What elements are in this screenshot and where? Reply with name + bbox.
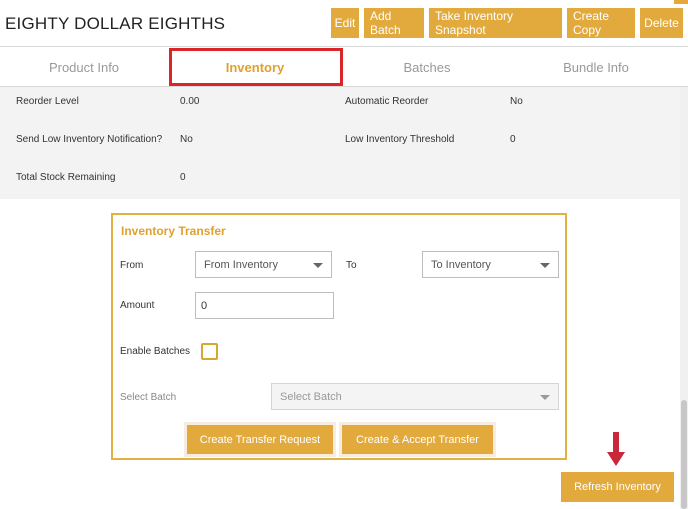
- select-batch-dropdown[interactable]: Select Batch: [271, 383, 559, 410]
- chevron-down-icon: [313, 263, 323, 268]
- refresh-inventory-button[interactable]: Refresh Inventory: [561, 472, 674, 502]
- header-actions: Edit Add Batch Take Inventory Snapshot C…: [331, 8, 683, 38]
- total-stock-value: 0: [180, 172, 186, 183]
- page-header: EIGHTY DOLLAR EIGHTHS Edit Add Batch Tak…: [0, 0, 688, 47]
- low-threshold-label: Low Inventory Threshold: [345, 134, 455, 145]
- scrollbar-thumb[interactable]: [681, 400, 687, 509]
- tab-batches[interactable]: Batches: [342, 47, 512, 87]
- from-select[interactable]: From Inventory: [195, 251, 332, 278]
- enable-batches-label: Enable Batches: [120, 346, 191, 357]
- edit-button[interactable]: Edit: [331, 8, 359, 38]
- inventory-transfer-panel: Inventory Transfer From From Inventory T…: [111, 213, 567, 460]
- from-select-value: From Inventory: [204, 258, 278, 271]
- low-threshold-value: 0: [510, 134, 516, 145]
- page-title: EIGHTY DOLLAR EIGHTHS: [5, 14, 226, 33]
- select-batch-placeholder: Select Batch: [280, 390, 342, 403]
- chevron-down-icon: [540, 395, 550, 400]
- tab-product-info[interactable]: Product Info: [0, 47, 168, 87]
- automatic-reorder-label: Automatic Reorder: [345, 96, 429, 107]
- create-transfer-request-button[interactable]: Create Transfer Request: [187, 425, 333, 454]
- add-batch-button[interactable]: Add Batch: [364, 8, 424, 38]
- create-copy-button[interactable]: Create Copy: [567, 8, 635, 38]
- arrow-down-icon: [607, 432, 625, 466]
- reorder-level-label: Reorder Level: [16, 96, 79, 107]
- low-notification-value: No: [180, 134, 193, 145]
- enable-batches-checkbox[interactable]: [201, 343, 218, 360]
- amount-input[interactable]: 0: [195, 292, 334, 319]
- chevron-down-icon: [540, 263, 550, 268]
- tab-inventory[interactable]: Inventory: [168, 47, 342, 87]
- amount-label: Amount: [120, 300, 155, 311]
- create-accept-transfer-button[interactable]: Create & Accept Transfer: [342, 425, 493, 454]
- reorder-level-value: 0.00: [180, 96, 200, 107]
- to-label: To: [346, 260, 357, 271]
- transfer-title: Inventory Transfer: [121, 224, 226, 238]
- tab-bar: Product Info Inventory Batches Bundle In…: [0, 47, 688, 87]
- to-select[interactable]: To Inventory: [422, 251, 559, 278]
- tab-bundle-info[interactable]: Bundle Info: [512, 47, 680, 87]
- inventory-info-panel: Reorder Level 0.00 Automatic Reorder No …: [0, 87, 680, 199]
- select-batch-label: Select Batch: [120, 392, 177, 403]
- delete-button[interactable]: Delete: [640, 8, 683, 38]
- total-stock-label: Total Stock Remaining: [16, 172, 116, 183]
- to-select-value: To Inventory: [431, 258, 491, 271]
- top-accent-strip: [674, 0, 688, 4]
- low-notification-label: Send Low Inventory Notification?: [16, 134, 163, 145]
- from-label: From: [120, 260, 144, 271]
- take-inventory-snapshot-button[interactable]: Take Inventory Snapshot: [429, 8, 562, 38]
- automatic-reorder-value: No: [510, 96, 523, 107]
